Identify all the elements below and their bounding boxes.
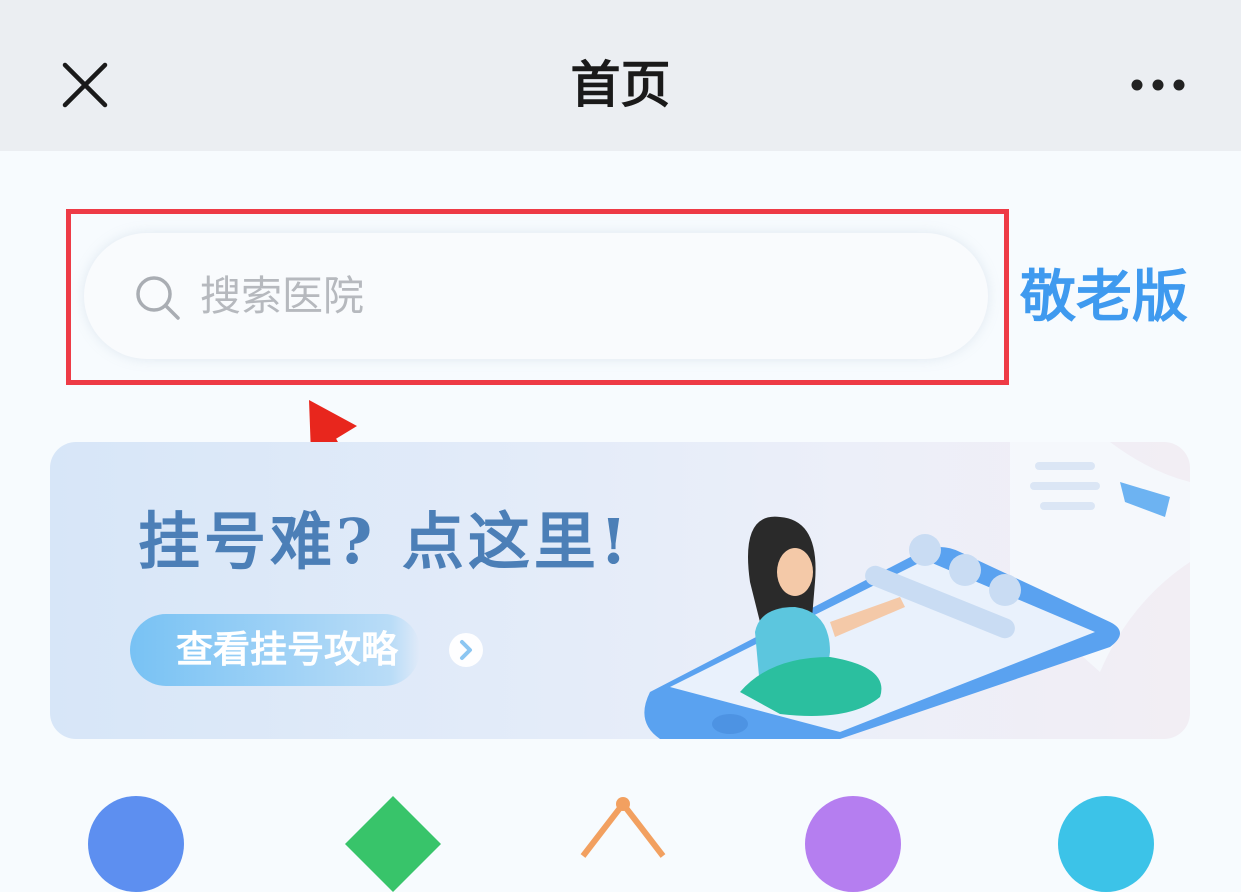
more-dots-icon[interactable] <box>1125 70 1191 100</box>
blue-circle-icon[interactable] <box>88 796 184 892</box>
view-guide-button[interactable]: 查看挂号攻略 <box>130 614 483 686</box>
search-placeholder: 搜索医院 <box>200 272 364 320</box>
search-icon <box>136 276 180 320</box>
purple-circle-icon[interactable] <box>805 796 901 892</box>
registration-guide-banner[interactable]: 挂号难? 点这里! 查看挂号攻略 <box>50 442 1190 739</box>
page-title: 首页 <box>570 56 671 114</box>
search-input[interactable]: 搜索医院 <box>84 233 988 359</box>
banner-headline: 挂号难? 点这里! <box>138 505 632 578</box>
orange-icon[interactable] <box>575 796 671 892</box>
cyan-circle-icon[interactable] <box>1058 796 1154 892</box>
elder-mode-link[interactable]: 敬老版 <box>1020 262 1188 334</box>
chevron-right-circle-icon <box>449 633 483 667</box>
phone-girl-illustration <box>644 442 1190 739</box>
top-navigation-bar: 首页 <box>0 0 1241 151</box>
view-guide-label: 查看挂号攻略 <box>176 628 398 671</box>
green-diamond-icon[interactable] <box>345 796 441 892</box>
